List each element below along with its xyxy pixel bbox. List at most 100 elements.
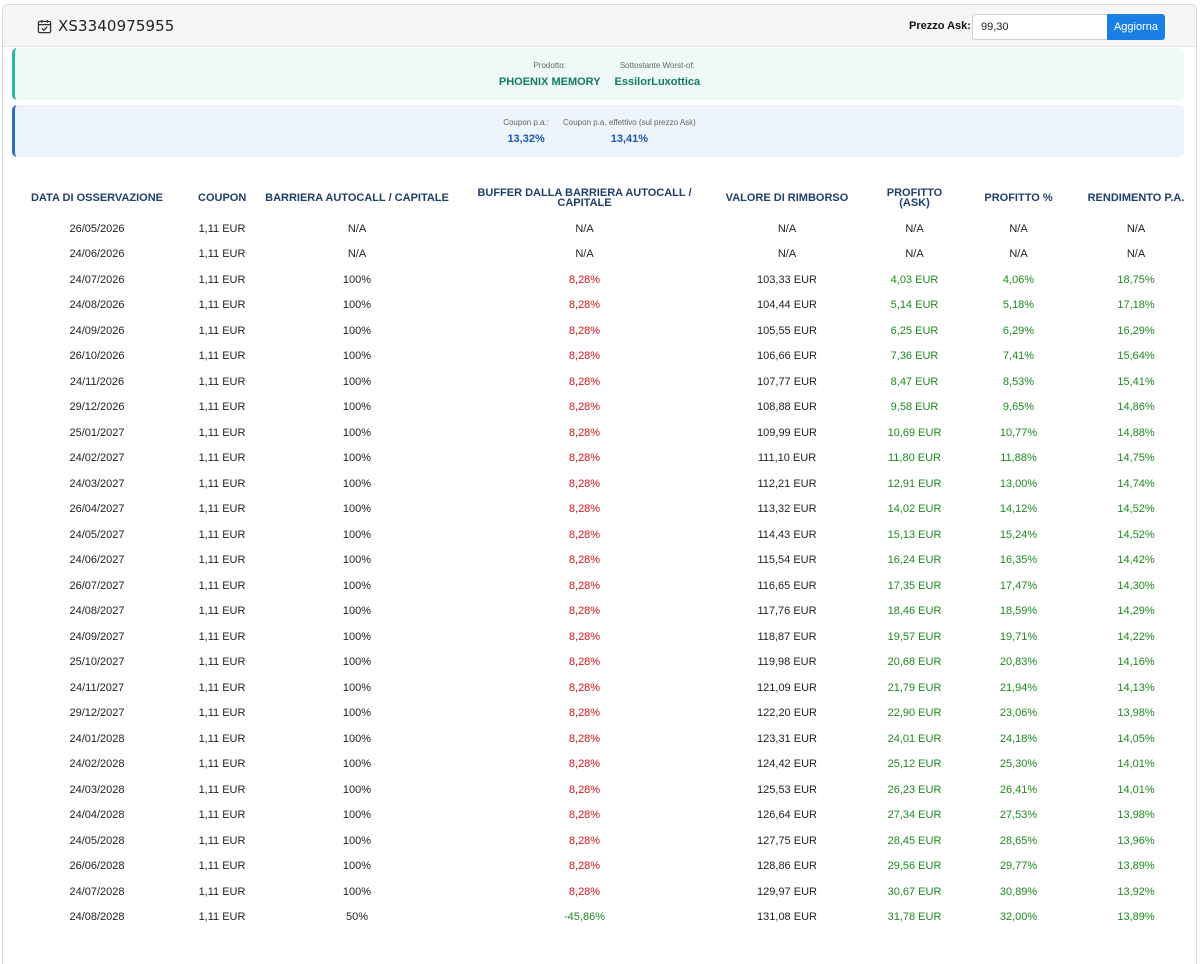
col-profitto-pct-cell: 11,88% <box>1000 452 1037 465</box>
col-barriera-cell: 100% <box>342 783 372 796</box>
col-profitto-pct-cell: 10,77% <box>999 426 1038 439</box>
col-rendimento-pa-cell: 14,13% <box>1117 681 1155 694</box>
col-profitto-ask-cell: 31,78 EUR <box>887 911 942 924</box>
col-data-osservazione-cell: 29/12/2027 <box>69 707 125 720</box>
col-data-osservazione-cell: 24/07/2026 <box>69 273 125 286</box>
col-rendimento-pa-cell: 17,18% <box>1117 299 1155 312</box>
col-profitto-pct-cell: 4,06% <box>1002 273 1035 286</box>
col-buffer-cell: -45,86% <box>564 911 605 924</box>
col-profitto-pct-cell: 9,65% <box>1002 401 1035 414</box>
col-valore-rimborso-cell: 113,32 EUR <box>757 503 817 516</box>
observation-table: DATA DI OSSERVAZIONE COUPON BARRIERA AUTOC… <box>2 180 1197 930</box>
col-buffer-cell: 8,28% <box>568 554 601 567</box>
col-coupon-cell: 1,11 EUR <box>198 630 246 643</box>
col-profitto-pct-cell: 28,65% <box>999 834 1038 847</box>
col-profitto-ask-cell: 20,68 EUR <box>887 656 942 669</box>
col-valore-rimborso-cell: 131,08 EUR <box>757 911 817 924</box>
col-buffer-cell: 8,28% <box>568 707 601 720</box>
col-rendimento-pa-cell: 14,74% <box>1117 477 1155 490</box>
col-rendimento-pa-cell: 14,29% <box>1117 605 1155 618</box>
col-valore-rimborso-cell: 106,66 EUR <box>757 350 817 363</box>
col-valore-rimborso-cell: 119,98 EUR <box>757 656 817 669</box>
col-profitto-pct-cell: 18,59% <box>999 605 1038 618</box>
col-barriera-cell: 100% <box>342 834 372 847</box>
col-profitto-pct-cell: 13,00% <box>999 477 1038 490</box>
table-row: 29/12/2026 1,11 EUR 100% 8,28% 108,88 EUR 9,5… <box>2 395 1197 421</box>
col-buffer-cell: 8,28% <box>568 452 601 465</box>
col-valore-rimborso-cell: 123,31 EUR <box>757 732 817 745</box>
col-barriera-cell: 100% <box>342 758 372 771</box>
col-rendimento-pa-header: RENDIMENTO P.A. <box>1087 192 1185 204</box>
coupon-effettivo-info: Coupon p.a. effettivo (sul prezzo Ask) 1… <box>563 105 696 145</box>
col-profitto-pct-cell: 29,77% <box>999 860 1038 873</box>
col-barriera-cell: 100% <box>342 860 372 873</box>
table-row: 24/01/2028 1,11 EUR 100% 8,28% 123,31 EUR 24,… <box>2 726 1197 752</box>
col-data-osservazione-cell: 24/08/2026 <box>69 299 125 312</box>
sottostante-value: EssilorLuxottica <box>614 76 701 88</box>
col-valore-rimborso-cell: 109,99 EUR <box>757 426 817 439</box>
coupon-label: Coupon p.a.: <box>503 118 549 127</box>
col-profitto-ask-cell: 8,47 EUR <box>890 375 939 388</box>
col-coupon-cell: 1,11 EUR <box>198 452 246 465</box>
coupon-effettivo-value: 13,41% <box>610 133 649 145</box>
col-buffer-cell: 8,28% <box>568 758 601 771</box>
table-row: 24/06/2026 1,11 EUR N/A N/A N/A N/A N/A N/A <box>2 242 1197 268</box>
col-profitto-ask-cell: N/A <box>905 248 924 261</box>
col-valore-rimborso-cell: 112,21 EUR <box>757 477 817 490</box>
col-buffer-cell: 8,28% <box>568 528 601 541</box>
col-rendimento-pa-cell: 13,89% <box>1117 860 1155 873</box>
col-rendimento-pa-cell: 14,01% <box>1117 783 1155 796</box>
table-row: 24/09/2026 1,11 EUR 100% 8,28% 105,55 EUR 6,2… <box>2 318 1197 344</box>
col-profitto-pct-cell: 16,35% <box>999 554 1038 567</box>
col-valore-rimborso-cell: N/A <box>777 248 797 261</box>
col-data-osservazione-header: DATA DI OSSERVAZIONE <box>30 192 163 204</box>
table-row: 24/08/2027 1,11 EUR 100% 8,28% 117,76 EUR 18,… <box>2 599 1197 625</box>
col-coupon-cell: 1,11 EUR <box>198 375 246 388</box>
col-valore-rimborso-cell: 107,77 EUR <box>757 375 817 388</box>
col-data-osservazione-cell: 24/07/2028 <box>69 885 125 898</box>
update-button[interactable]: Aggiorna <box>1107 14 1165 40</box>
col-barriera-cell: N/A <box>347 222 367 235</box>
col-barriera-cell: 100% <box>342 707 372 720</box>
col-barriera-cell: 100% <box>342 528 372 541</box>
col-data-osservazione-cell: 24/03/2028 <box>69 783 125 796</box>
col-data-osservazione-cell: 29/12/2026 <box>69 401 125 414</box>
col-profitto-pct-cell: N/A <box>1009 248 1028 261</box>
col-profitto-ask-cell: 28,45 EUR <box>887 834 942 847</box>
table-row: 24/03/2028 1,11 EUR 100% 8,28% 125,53 EUR 26,… <box>2 777 1197 803</box>
table-row: 24/04/2028 1,11 EUR 100% 8,28% 126,64 EUR 27,… <box>2 803 1197 829</box>
col-profitto-pct-cell: 7,41% <box>1002 350 1035 363</box>
table-row: 24/08/2028 1,11 EUR 50% -45,86% 131,08 EUR 31… <box>2 905 1197 931</box>
col-data-osservazione-cell: 26/04/2027 <box>69 503 125 516</box>
table-row: 26/07/2027 1,11 EUR 100% 8,28% 116,65 EUR 17,… <box>2 573 1197 599</box>
observation-table-wrap: DATA DI OSSERVAZIONE COUPON BARRIERA AUTOC… <box>2 180 1197 930</box>
col-buffer-cell: 8,28% <box>568 860 601 873</box>
col-rendimento-pa-cell: N/A <box>1126 248 1146 261</box>
ask-price-input[interactable] <box>972 14 1108 40</box>
col-coupon-cell: 1,11 EUR <box>198 911 246 924</box>
col-profitto-ask-cell: 12,91 EUR <box>887 477 942 490</box>
col-coupon-cell: 1,11 EUR <box>198 554 246 567</box>
col-barriera-cell: 100% <box>342 324 372 337</box>
col-data-osservazione-cell: 25/10/2027 <box>69 656 125 669</box>
table-row: 25/01/2027 1,11 EUR 100% 8,28% 109,99 EUR 10,… <box>2 420 1197 446</box>
col-rendimento-pa-cell: 13,98% <box>1117 707 1155 720</box>
col-valore-rimborso-cell: 128,86 EUR <box>757 860 817 873</box>
prodotto-label: Prodotto: <box>533 61 566 70</box>
col-profitto-ask-cell: 27,34 EUR <box>887 809 942 822</box>
col-profitto-ask-cell: 29,56 EUR <box>887 860 942 873</box>
col-data-osservazione-cell: 25/01/2027 <box>69 426 125 439</box>
col-barriera-cell: 100% <box>342 375 372 388</box>
col-barriera-cell: 100% <box>342 630 372 643</box>
col-buffer-cell: 8,28% <box>568 503 601 516</box>
col-valore-rimborso-cell: 111,10 EUR <box>757 452 817 465</box>
col-coupon-cell: 1,11 EUR <box>198 783 246 796</box>
col-rendimento-pa-cell: 14,42% <box>1117 554 1155 567</box>
col-barriera-cell: 100% <box>342 681 372 694</box>
col-coupon-header: COUPON <box>198 192 247 204</box>
coupon-panel: Coupon p.a.: 13,32% Coupon p.a. effettiv… <box>12 105 1184 157</box>
col-profitto-ask-cell: 5,14 EUR <box>890 299 939 312</box>
col-buffer-cell: 8,28% <box>568 630 601 643</box>
col-profitto-ask-cell: 4,03 EUR <box>890 273 939 286</box>
table-row: 24/09/2027 1,11 EUR 100% 8,28% 118,87 EUR 19,… <box>2 624 1197 650</box>
